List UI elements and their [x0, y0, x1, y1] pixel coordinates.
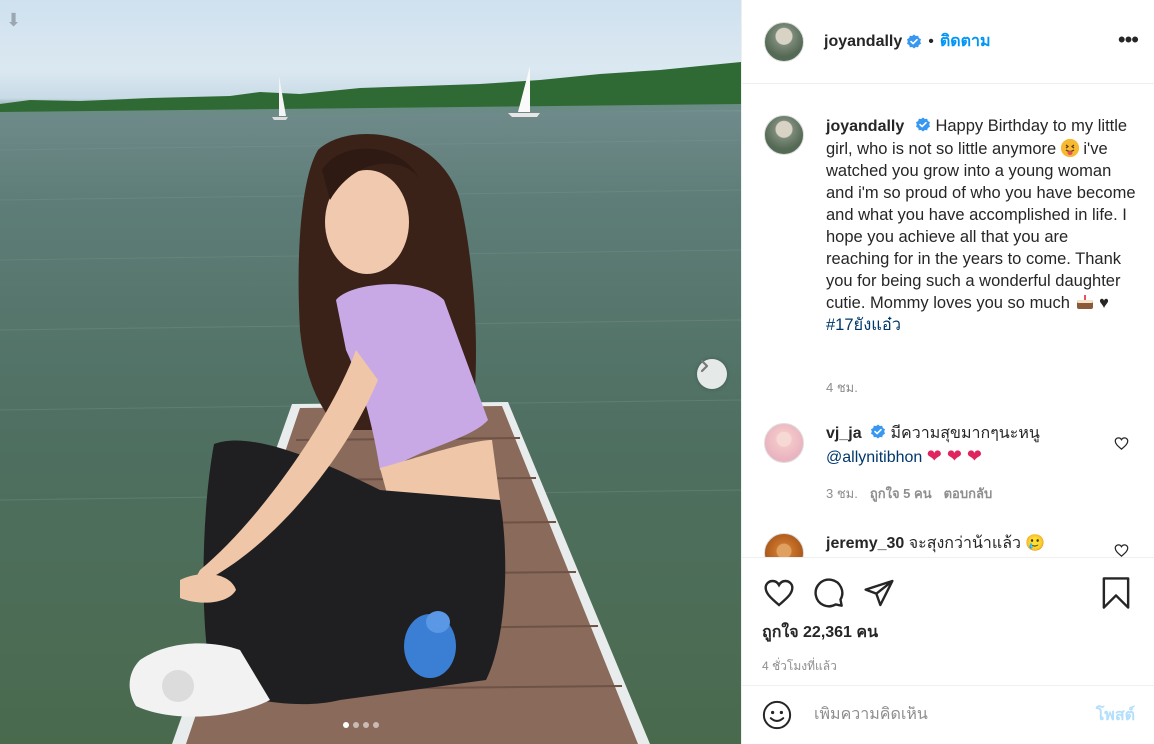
- carousel-dot-active: [343, 722, 349, 728]
- comments-list[interactable]: joyandally Happy Birthday to my little g…: [742, 85, 1154, 557]
- chevron-right-icon: [700, 359, 709, 373]
- comment-item: vj_ja มีความสุขมากๆนะหนู @allynitibhon ❤…: [764, 423, 1106, 505]
- cake-emoji-icon: [1076, 295, 1093, 309]
- action-bar: [742, 558, 1154, 628]
- photo-scene: [0, 62, 741, 744]
- carousel-dot: [363, 722, 369, 728]
- like-comment-heart-icon[interactable]: [1114, 436, 1129, 451]
- caption-timestamp: 4 ชม.: [826, 380, 858, 395]
- comment-text: มีความสุขมากๆนะหนู: [890, 425, 1040, 442]
- post-details-panel: joyandally • ติดตาม ••• joyandally Happy…: [741, 0, 1154, 744]
- post-header: joyandally • ติดตาม •••: [742, 0, 1154, 84]
- post-photo[interactable]: ⬇: [0, 0, 741, 744]
- verified-badge-icon: [907, 34, 922, 48]
- comment-likes-count[interactable]: ถูกใจ 5 คน: [870, 483, 932, 505]
- black-heart-emoji: ♥: [1099, 294, 1109, 312]
- tongue-out-emoji-icon: [1060, 139, 1079, 157]
- download-arrow-icon: ⬇: [6, 10, 22, 30]
- hashtag-link[interactable]: #17ยังแอ๋ว: [826, 316, 901, 334]
- verified-badge-icon: [915, 117, 930, 132]
- caption-text: joyandally Happy Birthday to my little g…: [826, 115, 1136, 336]
- comment-meta: 3 ชม. ถูกใจ 5 คน ตอบกลับ: [826, 483, 1106, 505]
- carousel-dot: [353, 722, 359, 728]
- share-button[interactable]: [862, 576, 896, 610]
- emoji-picker-icon[interactable]: [762, 700, 792, 730]
- share-icon: [864, 579, 894, 607]
- author-username[interactable]: joyandally: [824, 33, 902, 51]
- comment-timestamp: 3 ชม.: [826, 486, 858, 501]
- like-comment-heart-icon[interactable]: [1114, 543, 1129, 557]
- add-comment-bar: โพสต์: [742, 685, 1154, 744]
- comment-icon: [814, 578, 844, 608]
- follow-button[interactable]: ติดตาม: [940, 29, 991, 54]
- post-actions-section: ถูกใจ 22,361 คน 4 ชั่วโมงที่แล้ว: [742, 557, 1154, 676]
- comment-button[interactable]: [812, 576, 846, 610]
- comment-item: jeremy_30 จะสุงกว่าน้าแล้ว 🥲: [764, 533, 1106, 557]
- carousel-indicator: [343, 722, 379, 728]
- heart-icon: [764, 579, 794, 607]
- mention-link[interactable]: @allynitibhon: [826, 449, 922, 466]
- comment-input[interactable]: [814, 706, 1096, 724]
- carousel-next-button[interactable]: [697, 359, 727, 389]
- author-avatar[interactable]: [764, 21, 804, 62]
- post-timestamp: 4 ชั่วโมงที่แล้ว: [762, 659, 837, 673]
- reply-button[interactable]: ตอบกลับ: [944, 483, 993, 505]
- comment-body: jeremy_30 จะสุงกว่าน้าแล้ว 🥲: [826, 533, 1106, 557]
- caption-avatar[interactable]: [764, 115, 804, 155]
- more-options-icon[interactable]: •••: [1118, 29, 1139, 51]
- commenter-avatar[interactable]: [764, 533, 804, 557]
- commenter-username[interactable]: jeremy_30: [826, 535, 904, 552]
- post-comment-button[interactable]: โพสต์: [1096, 703, 1135, 728]
- red-hearts-emoji: ❤ ❤ ❤: [926, 446, 982, 466]
- comment-text: จะสุงกว่าน้าแล้ว 🥲: [908, 535, 1046, 552]
- bookmark-icon[interactable]: [1101, 576, 1131, 610]
- separator-bullet: •: [928, 32, 934, 50]
- commenter-username[interactable]: vj_ja: [826, 425, 862, 442]
- carousel-dot: [373, 722, 379, 728]
- caption-text-part-2: i've watched you grow into a young woman…: [826, 140, 1136, 312]
- caption-username[interactable]: joyandally: [826, 118, 904, 135]
- post-caption: joyandally Happy Birthday to my little g…: [764, 115, 1136, 336]
- comment-body: vj_ja มีความสุขมากๆนะหนู @allynitibhon ❤…: [826, 423, 1106, 505]
- verified-badge-icon: [871, 424, 886, 439]
- like-button[interactable]: [762, 576, 796, 610]
- commenter-avatar[interactable]: [764, 423, 804, 463]
